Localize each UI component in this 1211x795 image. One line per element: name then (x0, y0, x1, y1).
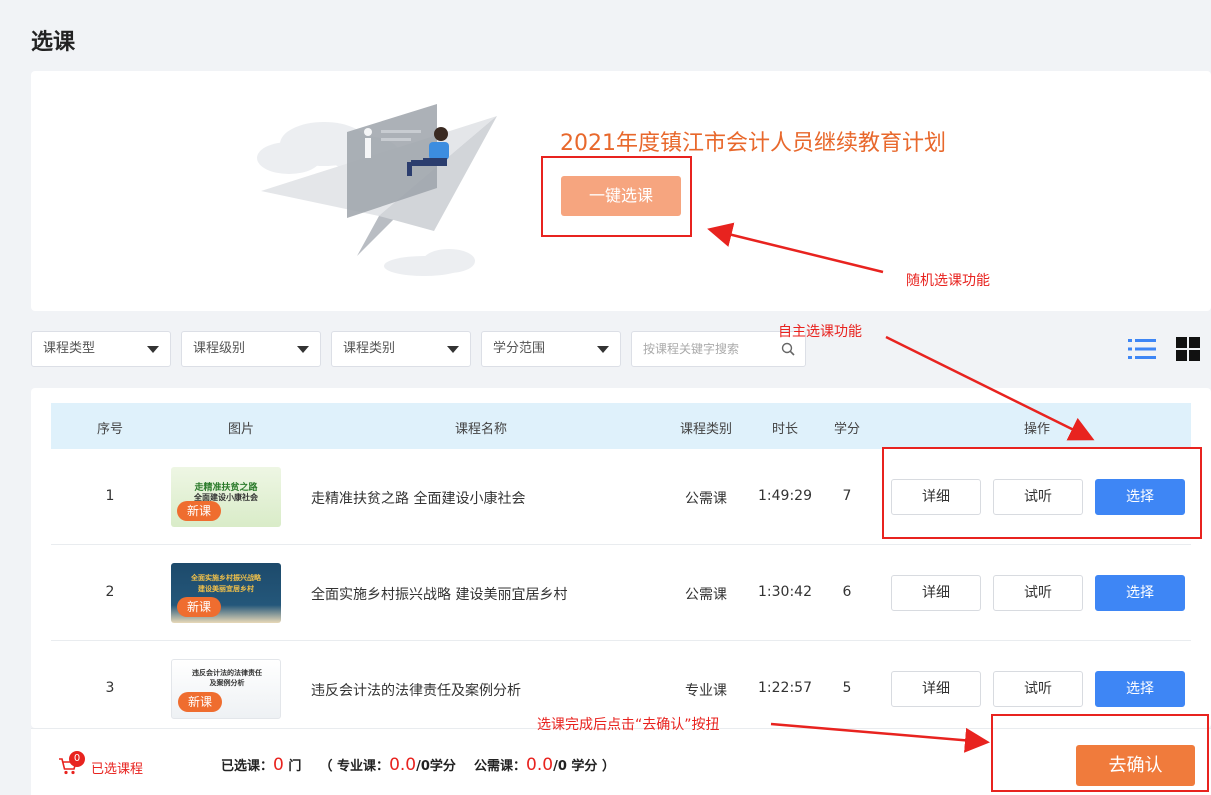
select-button[interactable]: 选择 (1095, 671, 1185, 707)
annotation-box-one-click (541, 156, 692, 237)
course-name[interactable]: 走精准扶贫之路 全面建设小康社会 (311, 488, 525, 508)
pro-suffix: /0学分 (416, 759, 456, 774)
header-image: 图片 (227, 422, 255, 437)
credit-range-label: 学分范围 (493, 341, 546, 356)
plan-title: 2021年度镇江市会计人员继续教育计划 (560, 131, 946, 156)
course-category-label: 课程类别 (343, 341, 396, 356)
annotation-box-actions (882, 447, 1202, 539)
header-duration: 时长 (771, 422, 799, 437)
course-duration: 1:49:29 (758, 488, 812, 504)
close-paren: ） (601, 759, 615, 774)
selection-summary: 已选课：0 门 （ 专业课：0.0/0学分 公需课：0.0/0 学分 ） (221, 755, 615, 775)
list-view-icon[interactable] (1128, 337, 1156, 361)
select-button[interactable]: 选择 (1095, 575, 1185, 611)
header-actions: 操作 (1023, 422, 1051, 437)
page-title: 选课 (31, 30, 76, 55)
header-index: 序号 (96, 422, 124, 437)
thumb-line: 全面实施乡村振兴战略 (191, 574, 261, 582)
table-row: 2 全面实施乡村振兴战略 建设美丽宜居乡村 新课 全面实施乡村振兴战略 建设美丽… (51, 545, 1191, 641)
caret-down-icon (297, 346, 309, 353)
thumb-line: 违反会计法的法律责任 (192, 669, 262, 677)
course-credit: 5 (842, 680, 852, 696)
course-table: 序号 图片 课程名称 课程类别 时长 学分 操作 1 走精准扶贫之路 全面建设小… (31, 388, 1211, 728)
caret-down-icon (447, 346, 459, 353)
new-badge: 新课 (177, 597, 221, 617)
course-credit: 6 (842, 584, 852, 600)
header-name: 课程名称 (454, 422, 508, 437)
new-badge: 新课 (177, 501, 221, 521)
row-index: 2 (105, 584, 115, 600)
course-type-label: 课程类型 (43, 341, 96, 356)
public-label: 公需课： (474, 759, 527, 774)
public-suffix: /0 学分 (553, 759, 598, 774)
annotation-confirm-hint: 选课完成后点击“去确认”按扭 (537, 717, 720, 733)
course-category-select[interactable]: 课程类别 (331, 331, 471, 367)
course-level-select[interactable]: 课程级别 (181, 331, 321, 367)
course-duration: 1:30:42 (758, 584, 812, 600)
selected-unit: 门 (288, 759, 302, 774)
paper-plane-illustration (257, 104, 497, 276)
row-index: 3 (105, 680, 115, 696)
trial-button[interactable]: 试听 (993, 671, 1083, 707)
pro-credit: 0.0 (389, 755, 417, 775)
course-category: 专业课 (685, 683, 727, 699)
selected-courses-link[interactable]: 已选课程 (91, 758, 143, 777)
selected-label: 已选课： (221, 759, 274, 774)
caret-down-icon (147, 346, 159, 353)
detail-button[interactable]: 详细 (891, 671, 981, 707)
public-credit: 0.0 (526, 755, 554, 775)
course-category: 公需课 (685, 491, 727, 507)
pro-label: 专业课： (337, 759, 390, 774)
course-thumbnail[interactable]: 走精准扶贫之路 全面建设小康社会 新课 (171, 467, 281, 527)
credit-range-select[interactable]: 学分范围 (481, 331, 621, 367)
header-credit: 学分 (833, 422, 861, 437)
course-name[interactable]: 全面实施乡村振兴战略 建设美丽宜居乡村 (311, 584, 567, 604)
course-thumbnail[interactable]: 全面实施乡村振兴战略 建设美丽宜居乡村 新课 (171, 563, 281, 623)
header-category: 课程类别 (679, 422, 733, 437)
thumb-line: 建设美丽宜居乡村 (198, 585, 254, 593)
course-category: 公需课 (685, 587, 727, 603)
course-credit: 7 (842, 488, 852, 504)
cart-count-badge: 0 (69, 751, 85, 767)
course-type-select[interactable]: 课程类型 (31, 331, 171, 367)
search-input[interactable] (632, 332, 772, 366)
row-index: 1 (105, 488, 115, 504)
caret-down-icon (597, 346, 609, 353)
annotation-self-select: 自主选课功能 (778, 324, 862, 340)
trial-button[interactable]: 试听 (993, 575, 1083, 611)
course-duration: 1:22:57 (758, 680, 812, 696)
selected-count: 0 (273, 755, 284, 775)
grid-view-icon[interactable] (1176, 337, 1200, 361)
search-icon[interactable] (781, 342, 795, 356)
thumb-line: 及案例分析 (209, 679, 245, 687)
new-badge: 新课 (178, 692, 222, 712)
course-level-label: 课程级别 (193, 341, 246, 356)
table-header: 序号 图片 课程名称 课程类别 时长 学分 操作 (51, 403, 1191, 449)
annotation-box-confirm (991, 714, 1209, 792)
open-paren: （ (319, 759, 333, 774)
annotation-random-select: 随机选课功能 (906, 273, 990, 289)
course-name[interactable]: 违反会计法的法律责任及案例分析 (311, 680, 521, 700)
course-thumbnail[interactable]: 违反会计法的法律责任 及案例分析 新课 (171, 659, 281, 719)
detail-button[interactable]: 详细 (891, 575, 981, 611)
